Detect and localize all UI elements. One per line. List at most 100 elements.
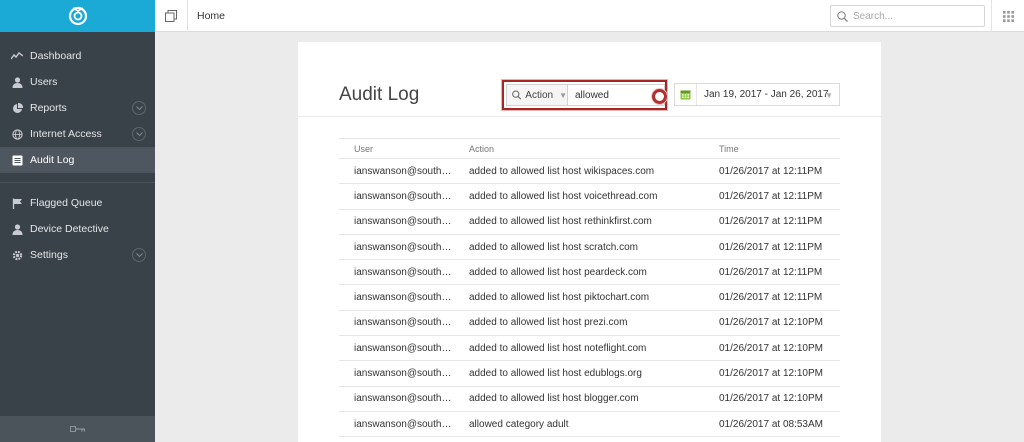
cell-time: 01/26/2017 at 12:11PM: [704, 234, 840, 261]
window-toggle-button[interactable]: [155, 0, 188, 32]
user-icon: [11, 76, 23, 88]
gear-icon: [11, 249, 23, 261]
sidebar-item-settings[interactable]: Settings: [0, 242, 155, 268]
logo-bar[interactable]: [0, 0, 155, 32]
cell-user: ianswanson@southern...: [339, 411, 454, 438]
date-range-picker[interactable]: Jan 19, 2017 - Jan 26, 2017 ▼: [674, 83, 840, 106]
date-range-label: Jan 19, 2017 - Jan 26, 2017: [704, 89, 829, 100]
top-bar: Home: [155, 0, 1024, 32]
column-header-user[interactable]: User: [339, 138, 454, 159]
cell-action: allowed category adult: [454, 411, 704, 438]
caret-down-icon: ▼: [559, 90, 567, 100]
cell-action: added to allowed list host noteflight.co…: [454, 335, 704, 362]
calendar-icon: [675, 84, 697, 105]
list-icon: [11, 154, 23, 166]
cell-user: ianswanson@southern...: [339, 158, 454, 185]
cell-time: 01/26/2017 at 12:10PM: [704, 310, 840, 337]
action-filter-highlight: Action ▼: [502, 80, 667, 110]
table-header-row: User Action Time: [339, 138, 840, 159]
cell-time: 01/26/2017 at 12:11PM: [704, 259, 840, 286]
sidebar-footer[interactable]: [0, 416, 155, 442]
cell-action: added to allowed list host voicethread.c…: [454, 183, 704, 210]
windows-icon: [165, 10, 177, 22]
caret-down-icon: ▼: [825, 91, 833, 100]
chevron-down-icon[interactable]: [132, 248, 146, 262]
sidebar-item-label: Dashboard: [30, 50, 82, 62]
search-input[interactable]: [853, 10, 973, 22]
sidebar-item-internet-access[interactable]: Internet Access: [0, 121, 155, 147]
audit-log-table: User Action Time ianswanson@southern... …: [339, 138, 840, 438]
cell-action: added to allowed list host scratch.com: [454, 234, 704, 261]
cell-action: added to allowed list host peardeck.com: [454, 259, 704, 286]
sidebar-item-label: Audit Log: [30, 154, 75, 166]
sidebar-item-label: Flagged Queue: [30, 197, 103, 209]
user-icon: [11, 223, 23, 235]
table-row[interactable]: ianswanson@southern... added to allowed …: [339, 310, 840, 337]
filter-value-input[interactable]: [575, 89, 645, 101]
cell-action: added to allowed list host piktochart.co…: [454, 284, 704, 311]
sidebar-nav: Dashboard Users Reports Internet Access: [0, 32, 155, 268]
table-row[interactable]: ianswanson@southern... allowed category …: [339, 411, 840, 438]
cell-user: ianswanson@southern...: [339, 335, 454, 362]
cell-time: 01/26/2017 at 12:11PM: [704, 158, 840, 185]
cell-user: ianswanson@southern...: [339, 386, 454, 412]
table-row[interactable]: ianswanson@southern... added to allowed …: [339, 158, 840, 185]
activity-icon: [11, 50, 23, 62]
chevron-down-icon[interactable]: [132, 127, 146, 141]
cell-user: ianswanson@southern...: [339, 259, 454, 286]
filter-field-label: Action: [525, 89, 554, 101]
click-indicator-icon: [652, 89, 667, 104]
sidebar-item-reports[interactable]: Reports: [0, 95, 155, 121]
sidebar-item-dashboard[interactable]: Dashboard: [0, 43, 155, 69]
search-icon: [837, 10, 848, 22]
sidebar-item-label: Internet Access: [30, 128, 102, 140]
filter-value-field[interactable]: [568, 84, 665, 106]
sidebar: Dashboard Users Reports Internet Access: [0, 0, 155, 442]
table-row[interactable]: ianswanson@southern... added to allowed …: [339, 284, 840, 311]
table-row[interactable]: ianswanson@southern... added to allowed …: [339, 360, 840, 387]
sidebar-item-flagged-queue[interactable]: Flagged Queue: [0, 190, 155, 216]
column-header-action[interactable]: Action: [454, 138, 704, 159]
logo-icon: [68, 6, 87, 26]
cell-user: ianswanson@southern...: [339, 360, 454, 387]
cell-user: ianswanson@southern...: [339, 209, 454, 235]
sidebar-item-label: Device Detective: [30, 223, 109, 235]
search-icon: [512, 90, 522, 100]
cell-action: added to allowed list host prezi.com: [454, 310, 704, 337]
sidebar-divider: [0, 182, 155, 183]
cell-time: 01/26/2017 at 12:10PM: [704, 360, 840, 387]
cell-action: added to allowed list host edublogs.org: [454, 360, 704, 387]
flag-icon: [11, 197, 23, 209]
table-row[interactable]: ianswanson@southern... added to allowed …: [339, 259, 840, 286]
apps-menu-button[interactable]: [991, 0, 1024, 32]
search-box[interactable]: [830, 5, 985, 27]
table-row[interactable]: ianswanson@southern... added to allowed …: [339, 209, 840, 235]
cell-time: 01/26/2017 at 12:11PM: [704, 284, 840, 311]
cell-time: 01/26/2017 at 12:10PM: [704, 386, 840, 412]
cell-user: ianswanson@southern...: [339, 234, 454, 261]
breadcrumb[interactable]: Home: [197, 10, 225, 22]
sidebar-item-device-detective[interactable]: Device Detective: [0, 216, 155, 242]
pie-chart-icon: [11, 102, 23, 114]
table-row[interactable]: ianswanson@southern... added to allowed …: [339, 183, 840, 210]
sidebar-item-label: Users: [30, 76, 58, 88]
cell-action: added to allowed list host wikispaces.co…: [454, 158, 704, 185]
globe-icon: [11, 128, 23, 140]
card-header: Audit Log Action ▼ allowed Jan 19, 2017 …: [298, 42, 881, 117]
column-header-time[interactable]: Time: [704, 138, 840, 159]
cell-user: ianswanson@southern...: [339, 284, 454, 311]
sidebar-item-label: Reports: [30, 102, 67, 114]
sidebar-item-label: Settings: [30, 249, 68, 261]
cell-user: ianswanson@southern...: [339, 310, 454, 337]
grid-icon: [1002, 10, 1014, 22]
table-row[interactable]: ianswanson@southern... added to allowed …: [339, 386, 840, 412]
cell-action: added to allowed list host rethinkfirst.…: [454, 209, 704, 235]
table-row[interactable]: ianswanson@southern... added to allowed …: [339, 335, 840, 362]
table-row[interactable]: ianswanson@southern... added to allowed …: [339, 234, 840, 261]
chevron-down-icon[interactable]: [132, 101, 146, 115]
sidebar-item-users[interactable]: Users: [0, 69, 155, 95]
cell-time: 01/26/2017 at 12:11PM: [704, 183, 840, 210]
sidebar-item-audit-log[interactable]: Audit Log: [0, 147, 155, 173]
key-icon: [69, 426, 85, 432]
filter-field-select[interactable]: Action ▼: [506, 84, 568, 106]
